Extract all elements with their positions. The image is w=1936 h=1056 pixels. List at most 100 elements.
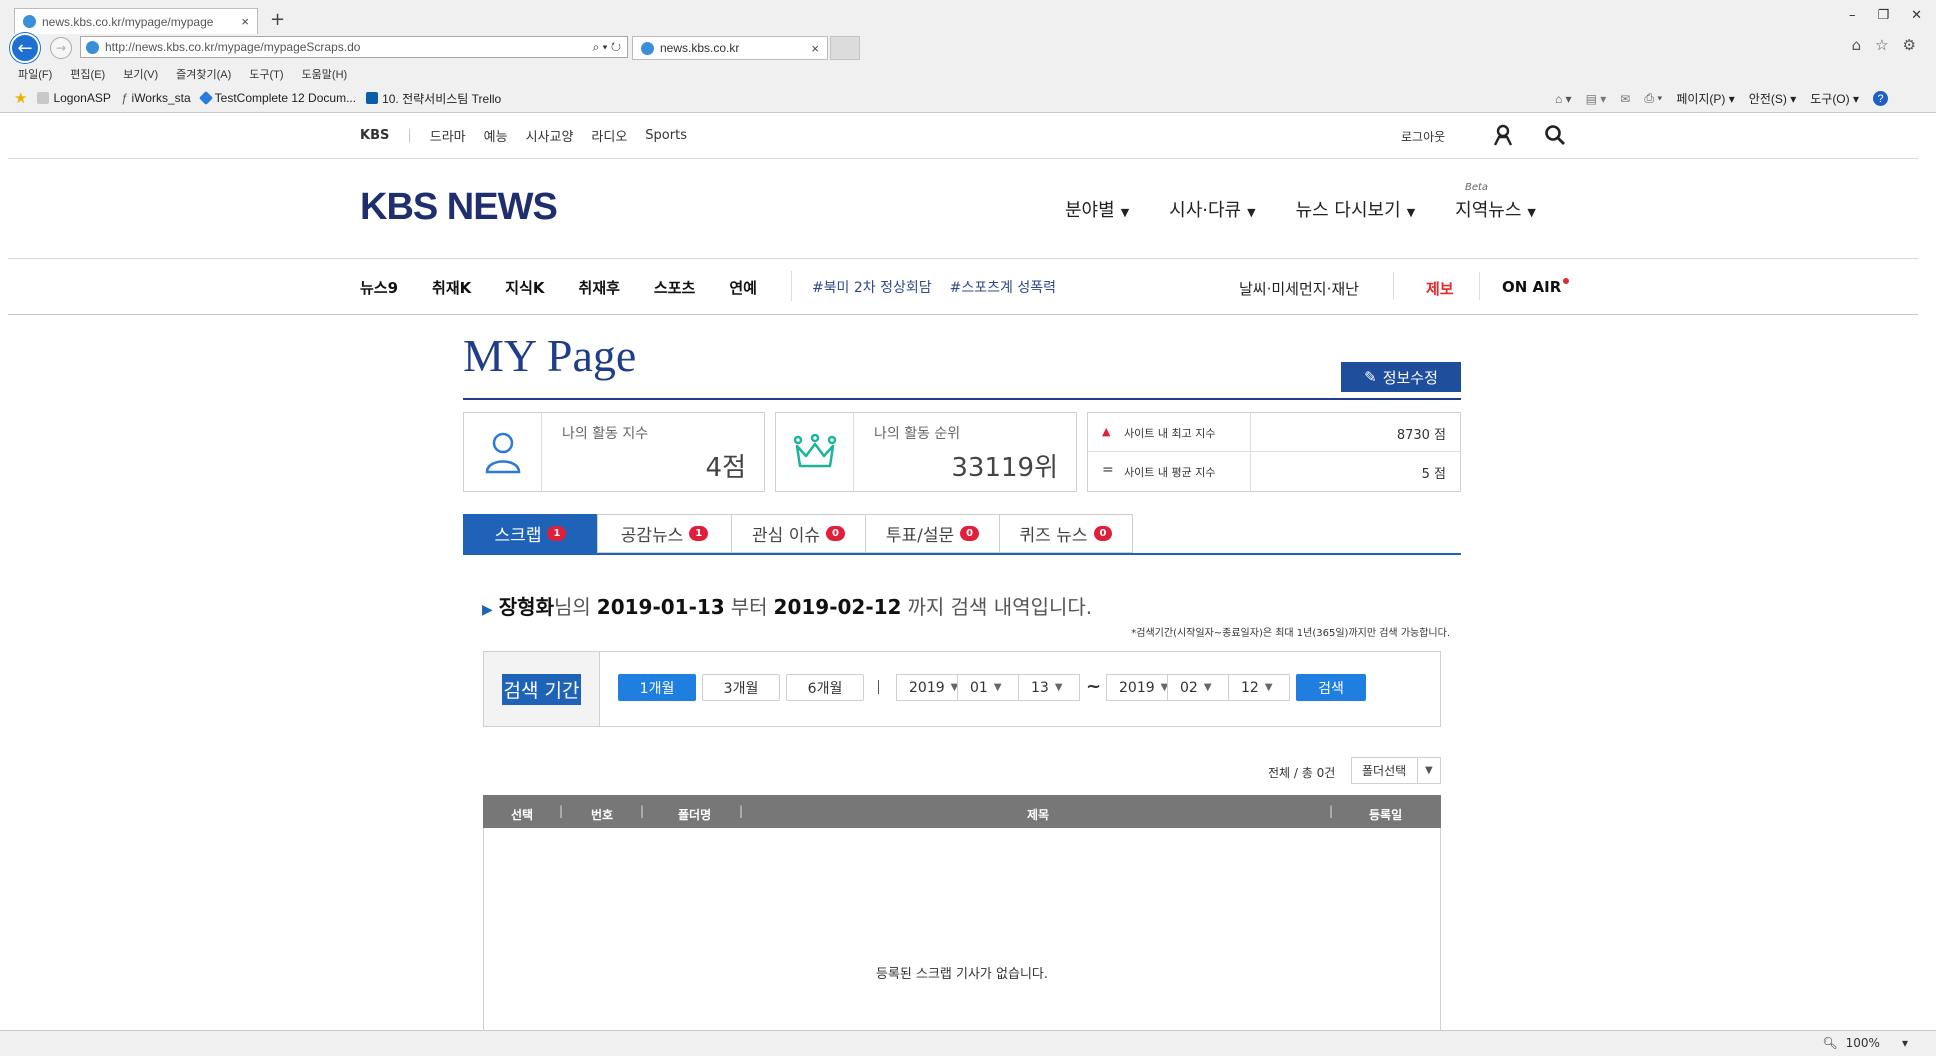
start-day-select[interactable]: 13 ▼ <box>1018 674 1080 701</box>
home-icon[interactable]: ⌂ <box>1852 36 1862 54</box>
tab-label: 공감뉴스 <box>620 526 684 546</box>
star-icon[interactable]: ☆ <box>1875 36 1888 54</box>
close-tab-icon[interactable]: × <box>811 41 819 56</box>
safety-menu[interactable]: 안전(S) ▾ <box>1749 90 1796 107</box>
close-window-icon[interactable]: ✕ <box>1911 8 1922 23</box>
nav-replay[interactable]: 뉴스 다시보기 ▼ <box>1296 196 1416 222</box>
select-value: 02 <box>1180 679 1198 696</box>
nav-category[interactable]: 분야별 ▼ <box>1065 196 1129 222</box>
new-tab-button[interactable]: + <box>270 9 285 30</box>
restore-icon[interactable]: ❐ <box>1877 8 1889 23</box>
tab-scrap[interactable]: 스크랩 1 <box>463 514 597 553</box>
edit-label: 정보수정 <box>1382 368 1438 387</box>
logout-link[interactable]: 로그아웃 <box>1401 128 1445 145</box>
caret-down-icon: ▼ <box>1416 758 1440 783</box>
browser-tab-second[interactable]: news.kbs.co.kr × <box>632 36 828 60</box>
favorite-item[interactable]: 10. 전략서비스팀 Trello <box>366 90 501 107</box>
chevron-down-icon: ▼ <box>1247 206 1256 219</box>
activity-index-card: 나의 활동 지수 4점 <box>463 412 765 492</box>
subnav-ent[interactable]: 연예 <box>729 277 757 301</box>
print-icon[interactable]: ⎙ ▾ <box>1644 91 1662 106</box>
help-icon[interactable]: ? <box>1873 91 1888 106</box>
hashtag-link[interactable]: #북미 2차 정상회담 <box>812 277 932 301</box>
period-label: 검색 기간 <box>501 673 582 705</box>
subnav-after[interactable]: 취재후 <box>579 277 620 301</box>
edit-profile-button[interactable]: ✎ 정보수정 <box>1341 362 1461 392</box>
col-title: 제목 <box>1027 808 1050 822</box>
tools-menu[interactable]: 도구(O) ▾ <box>1810 90 1859 107</box>
sub-nav: 뉴스9 취재K 지식K 취재후 스포츠 연예 #북미 2차 정상회담 #스포츠계… <box>360 271 1056 301</box>
minimize-icon[interactable]: – <box>1849 8 1856 23</box>
feeds-icon[interactable]: ▤ ▾ <box>1586 92 1607 106</box>
bullet-triangle-icon: ▶ <box>482 602 493 618</box>
kbs-news-logo[interactable]: KBS NEWS <box>360 186 558 229</box>
weather-link[interactable]: 날씨·미세먼지·재난 <box>1239 278 1359 299</box>
caret-down-icon: ▼ <box>993 682 1002 693</box>
search-summary: ▶ 장형화 님의 2019-01-13 부터 2019-02-12 까지 검색 내… <box>482 591 1092 620</box>
menu-edit[interactable]: 편집(E) <box>70 66 105 82</box>
menu-view[interactable]: 보기(V) <box>123 66 158 82</box>
favorites-star-icon[interactable]: ★ <box>14 89 27 107</box>
period-6month-button[interactable]: 6개월 <box>786 674 864 701</box>
forward-button[interactable]: → <box>50 37 72 59</box>
page-menu[interactable]: 페이지(P) ▾ <box>1676 90 1734 107</box>
subnav-sports[interactable]: 스포츠 <box>654 277 695 301</box>
favorite-item[interactable]: ƒ iWorks_sta <box>121 91 191 105</box>
report-link[interactable]: 제보 <box>1426 278 1454 299</box>
tab-interest-issues[interactable]: 관심 이슈 0 <box>731 514 865 553</box>
menu-favorites[interactable]: 즐겨찾기(A) <box>176 66 231 82</box>
ie-page-icon <box>23 15 36 28</box>
on-air-label: ON AIR <box>1502 278 1562 296</box>
subnav-knowledgek[interactable]: 지식K <box>505 277 544 301</box>
tab-polls[interactable]: 투표/설문 0 <box>865 514 999 553</box>
favorite-item[interactable]: TestComplete 12 Docum... <box>198 90 356 106</box>
end-year-select[interactable]: 2019 ▼ <box>1106 674 1168 701</box>
menu-tools[interactable]: 도구(T) <box>249 66 283 82</box>
hashtag-link[interactable]: #스포츠계 성폭력 <box>950 277 1056 301</box>
divider: | <box>407 128 412 143</box>
mail-icon[interactable]: ✉ <box>1620 92 1630 106</box>
tab-liked-news[interactable]: 공감뉴스 1 <box>597 514 731 553</box>
favorite-item[interactable]: LogonASP <box>37 91 111 105</box>
period-1month-button[interactable]: 1개월 <box>618 674 696 701</box>
link-radio[interactable]: 라디오 <box>591 126 627 145</box>
address-actions-icon[interactable]: ⌕ ▾ ↻ <box>592 40 621 55</box>
start-year-select[interactable]: 2019 ▼ <box>896 674 958 701</box>
nav-regional[interactable]: 지역뉴스 ▼ <box>1455 196 1536 222</box>
back-button[interactable]: ← <box>10 33 40 63</box>
folder-select[interactable]: 폴더선택 ▼ <box>1351 757 1441 784</box>
link-sports[interactable]: Sports <box>645 128 687 143</box>
browser-tab-active[interactable]: news.kbs.co.kr/mypage/mypage × <box>14 8 258 34</box>
home-dropdown-icon[interactable]: ⌂ ▾ <box>1555 92 1572 106</box>
period-3month-button[interactable]: 3개월 <box>702 674 780 701</box>
kbs-home-link[interactable]: KBS <box>360 128 389 143</box>
end-day-select[interactable]: 12 ▼ <box>1228 674 1290 701</box>
subnav-news9[interactable]: 뉴스9 <box>360 277 398 301</box>
select-value: 01 <box>970 679 988 696</box>
total-value: 0건 <box>1316 766 1336 780</box>
col-select: 선택 <box>511 808 534 822</box>
on-air-link[interactable]: ON AIR <box>1502 278 1570 296</box>
address-bar[interactable]: http://news.kbs.co.kr/mypage/mypageScrap… <box>80 36 628 58</box>
link-drama[interactable]: 드라마 <box>430 126 466 145</box>
end-month-select[interactable]: 02 ▼ <box>1167 674 1229 701</box>
close-tab-icon[interactable]: × <box>241 14 249 29</box>
gear-icon[interactable]: ⚙ <box>1903 36 1916 54</box>
start-month-select[interactable]: 01 ▼ <box>957 674 1019 701</box>
tab-quiz-news[interactable]: 퀴즈 뉴스 0 <box>999 514 1133 553</box>
zoom-control[interactable]: 🔍︎ 100% ▾ <box>1822 1036 1908 1050</box>
nav-current-affairs[interactable]: 시사·다큐 ▼ <box>1169 196 1255 222</box>
subnav-reportk[interactable]: 취재K <box>432 277 471 301</box>
menu-help[interactable]: 도움말(H) <box>302 66 348 82</box>
user-icon[interactable] <box>1492 124 1514 150</box>
trello-icon <box>366 92 379 104</box>
search-icon[interactable] <box>1544 124 1566 150</box>
link-culture[interactable]: 시사교양 <box>526 126 574 145</box>
search-button[interactable]: 검색 <box>1296 674 1366 701</box>
user-name: 장형화 <box>498 595 554 619</box>
tab-label: 투표/설문 <box>885 526 955 546</box>
caret-down-icon: ▼ <box>1264 682 1273 693</box>
activity-rank-value: 33119위 <box>951 453 1058 483</box>
link-entertainment[interactable]: 예능 <box>484 126 508 145</box>
menu-file[interactable]: 파일(F) <box>18 66 52 82</box>
